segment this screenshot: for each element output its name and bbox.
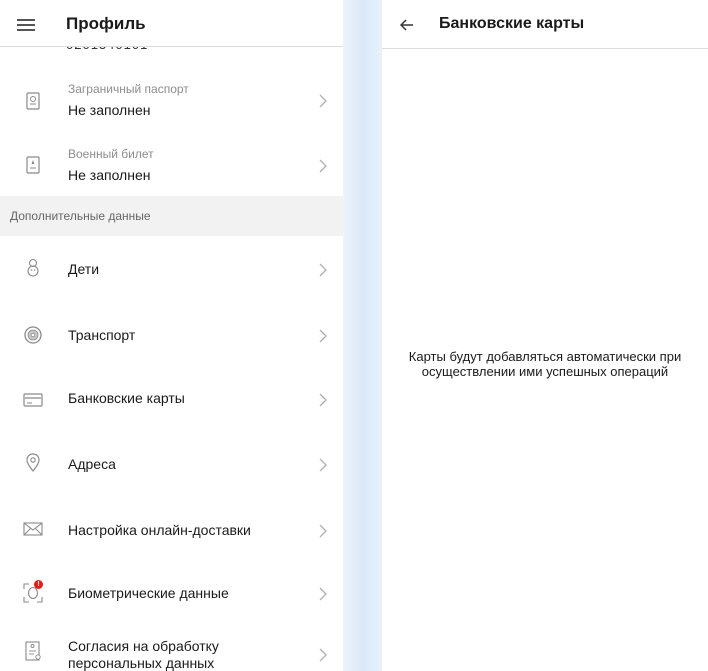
section-header: Дополнительные данные [0,196,343,236]
bank-cards-row[interactable]: Банковские карты [0,373,343,433]
menu-label: Дети [68,261,100,277]
chevron-right-icon [318,587,328,601]
consents-row[interactable]: Согласия на обработку персональных данны… [0,628,343,671]
online-delivery-row[interactable]: Настройка онлайн-доставки [0,506,343,566]
chevron-right-icon [318,159,328,173]
bank-cards-panel: Банковские карты Карты будут добавляться… [382,0,708,671]
item-subtitle: Заграничный паспорт [68,82,189,96]
item-value: Не заполнен [68,102,151,118]
empty-state-line-2: осуществлении ими успешных операций [421,364,669,379]
chevron-right-icon [318,648,328,662]
children-row[interactable]: Дети [0,240,343,300]
item-subtitle: Военный билет [68,147,154,161]
menu-label-line-2: персональных данных [68,655,215,671]
envelope-icon [22,518,44,540]
menu-label: Биометрические данные [68,585,229,601]
chevron-right-icon [318,94,328,108]
addresses-row[interactable]: Адреса [0,440,343,500]
menu-label: Банковские карты [68,390,185,406]
menu-label: Транспорт [68,327,136,343]
empty-state-line-1: Карты будут добавляться автоматически пр… [408,349,682,364]
alert-badge: ! [34,580,43,589]
passport-icon [22,90,44,112]
bank-cards-header: Банковские карты [382,0,708,49]
chevron-right-icon [318,329,328,343]
empty-state-message: Карты будут добавляться автоматически пр… [382,349,708,379]
menu-icon[interactable] [17,19,35,31]
menu-label: Адреса [68,456,116,472]
consent-document-icon [22,640,44,662]
car-wheel-icon [22,324,44,346]
menu-label-line-1: Согласия на обработку [68,638,219,654]
children-icon [22,257,44,279]
page-title: Профиль [66,14,146,33]
chevron-right-icon [318,393,328,407]
section-title: Дополнительные данные [10,209,151,223]
transport-row[interactable]: Транспорт [0,306,343,366]
item-value: Не заполнен [68,167,151,183]
chevron-right-icon [318,458,328,472]
panel-divider [343,0,382,671]
bank-card-icon [22,389,44,411]
chevron-right-icon [318,263,328,277]
biometrics-row[interactable]: ! Биометрические данные [0,572,343,622]
foreign-passport-row[interactable]: Заграничный паспорт Не заполнен [0,70,343,130]
page-title: Банковские карты [439,15,585,32]
profile-panel: 0201340101 Профиль Заграничный паспорт Н… [0,0,343,671]
location-pin-icon [22,452,44,474]
back-arrow-icon[interactable] [399,18,414,31]
military-id-icon [22,154,44,176]
menu-label: Настройка онлайн-доставки [68,522,251,538]
military-id-row[interactable]: Военный билет Не заполнен [0,134,343,194]
chevron-right-icon [318,524,328,538]
profile-header: Профиль [0,0,343,47]
